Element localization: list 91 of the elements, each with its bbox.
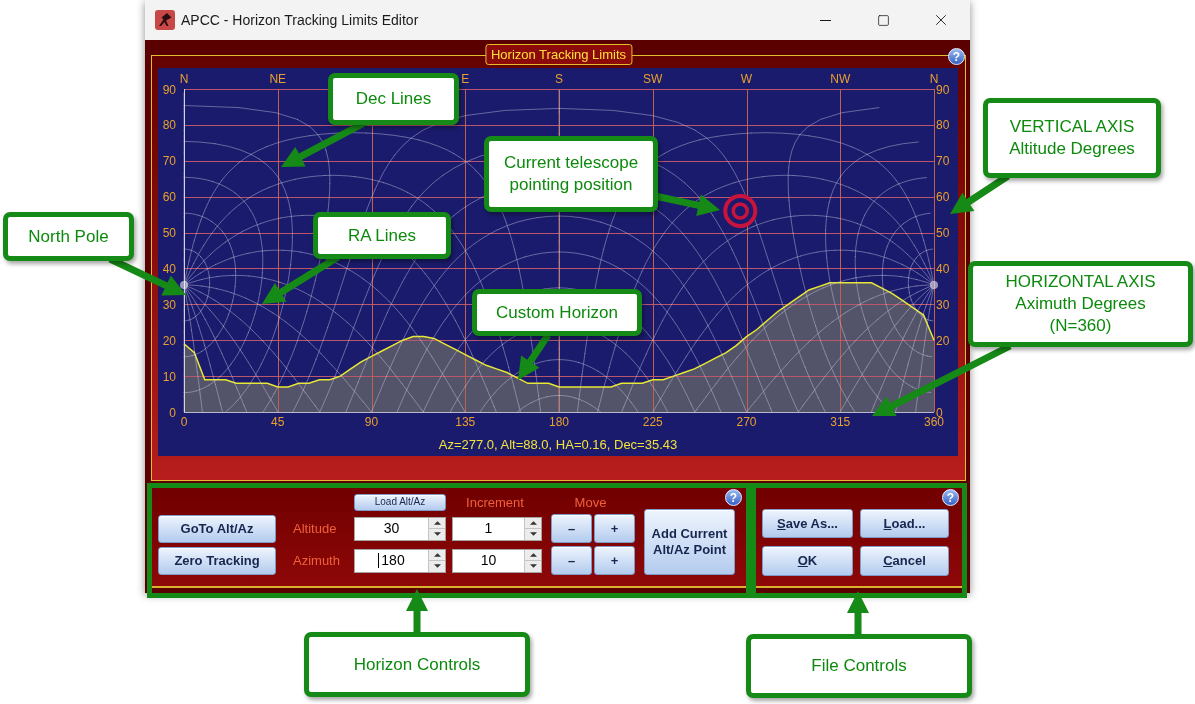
compass-label: E — [461, 72, 470, 86]
axis-tick-label: 180 — [549, 415, 569, 429]
axis-tick-label: 50 — [936, 226, 950, 241]
compass-label: NE — [269, 72, 287, 86]
number-field[interactable]: 1 — [452, 516, 542, 541]
axis-tick-label: 70 — [936, 154, 950, 169]
callout-label: North Pole — [3, 212, 134, 261]
load-button[interactable]: Load Alt/Az — [354, 493, 446, 511]
axis-tick-label: 20 — [936, 333, 950, 348]
action-button[interactable]: GoTo Alt/Az — [158, 514, 276, 543]
axis-tick-label: 30 — [936, 297, 950, 312]
caret-up-icon — [529, 520, 537, 525]
caret-down-icon — [529, 532, 537, 537]
compass-label: S — [555, 72, 563, 86]
window-title: APCC - Horizon Tracking Limits Editor — [181, 10, 420, 30]
callout-label: HORIZONTAL AXIS Aximuth Degrees (N=360) — [968, 261, 1193, 347]
column-label: Increment — [465, 495, 525, 509]
axis-tick-label: 0 — [180, 415, 188, 429]
group-title: Horizon Tracking Limits — [484, 44, 633, 65]
axis-tick-label: 90 — [162, 82, 176, 97]
axis-tick-label: 270 — [736, 415, 757, 429]
file-button[interactable]: OK — [762, 546, 853, 576]
target-icon — [723, 194, 758, 228]
maximize-icon — [876, 13, 890, 27]
axis-tick-label: 60 — [162, 190, 176, 205]
axis-tick-label: 40 — [936, 261, 950, 276]
callout-label: File Controls — [746, 634, 972, 698]
minus-button[interactable]: – — [551, 514, 592, 543]
axis-tick-label: 40 — [162, 261, 176, 276]
callout-label: VERTICAL AXIS Altitude Degrees — [983, 98, 1161, 178]
compass-label: N — [179, 72, 189, 86]
axis-tick-label: 90 — [364, 415, 379, 429]
axis-tick-label: 30 — [162, 297, 176, 312]
number-field[interactable]: 180 — [354, 548, 446, 573]
axis-tick-label: 20 — [162, 333, 176, 348]
callout-label: Dec Lines — [328, 73, 459, 125]
column-label: Move — [573, 495, 608, 509]
axis-tick-label: 80 — [162, 118, 176, 133]
spin-up-button[interactable] — [429, 549, 445, 561]
axis-tick-label: 315 — [830, 415, 851, 429]
callout-label: Current telescope pointing position — [484, 136, 658, 212]
compass-label: W — [740, 72, 753, 86]
number-field[interactable]: 10 — [452, 548, 542, 573]
axis-tick-label: 70 — [162, 154, 176, 169]
callout-label: Horizon Controls — [304, 632, 530, 697]
plus-button[interactable]: + — [594, 514, 635, 543]
spin-up-button[interactable] — [525, 517, 541, 529]
number-field[interactable]: 30 — [354, 516, 446, 541]
file-button[interactable]: Save As... — [762, 509, 853, 538]
field-label: Azimuth — [292, 551, 341, 570]
file-button[interactable]: Cancel — [860, 546, 949, 576]
axis-tick-label: 135 — [455, 415, 476, 429]
caret-down-icon — [433, 532, 441, 537]
add-point-button[interactable]: Add Current Alt/Az Point — [644, 509, 735, 575]
action-button[interactable]: Zero Tracking — [158, 546, 276, 575]
pointer-arrow — [847, 591, 869, 636]
caret-up-icon — [433, 552, 441, 557]
minus-button[interactable]: – — [551, 546, 592, 575]
axis-tick-label: 80 — [936, 118, 950, 133]
spin-up-button[interactable] — [525, 549, 541, 561]
field-label: Altitude — [292, 519, 338, 538]
callout-label: RA Lines — [313, 212, 451, 259]
compass-label: N — [929, 72, 939, 86]
axis-tick-label: 60 — [936, 190, 950, 205]
axis-tick-label: 50 — [162, 226, 176, 241]
axis-tick-label: 45 — [271, 415, 285, 429]
pointer-arrow — [518, 333, 551, 380]
callout-label: Custom Horizon — [472, 289, 642, 336]
spin-down-button[interactable] — [429, 529, 445, 540]
axis-tick-label: 225 — [642, 415, 663, 429]
file-button[interactable]: Load... — [860, 509, 949, 538]
spin-down-button[interactable] — [525, 529, 541, 540]
compass-label: NW — [830, 72, 851, 86]
caret-up-icon — [433, 520, 441, 525]
axis-tick-label: 0 — [169, 405, 176, 420]
caret-up-icon — [529, 552, 537, 557]
minimize-icon — [819, 19, 831, 21]
axis-tick-label: 10 — [162, 369, 176, 384]
spin-down-button[interactable] — [429, 561, 445, 572]
spin-up-button[interactable] — [429, 517, 445, 529]
plus-button[interactable]: + — [594, 546, 635, 575]
app-icon — [155, 10, 175, 30]
spin-down-button[interactable] — [525, 561, 541, 572]
status-readout: Az=277.0, Alt=88.0, HA=0.16, Dec=35.43 — [437, 436, 679, 454]
text-cursor-icon — [378, 553, 380, 568]
compass-label: SW — [643, 72, 663, 86]
caret-down-icon — [529, 564, 537, 569]
pointer-arrow — [406, 589, 428, 634]
caret-down-icon — [433, 564, 441, 569]
axis-tick-label: 90 — [936, 82, 950, 97]
axis-tick-label: 360 — [924, 415, 944, 429]
